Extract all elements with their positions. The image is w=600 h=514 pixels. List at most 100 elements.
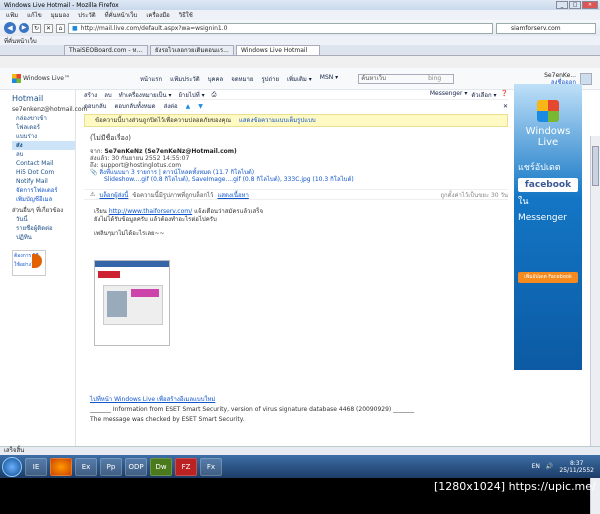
stop-button[interactable]: ✕ xyxy=(44,23,53,33)
from-label: จาก: xyxy=(90,148,103,155)
clock[interactable]: 8:37 25/11/2552 xyxy=(559,460,594,474)
search-placeholder: ค้นหาเว็บ xyxy=(361,74,386,82)
sidebar-item-drafts[interactable]: แบบร่าง xyxy=(12,132,75,141)
manage-folders-link[interactable]: จัดการโฟลเดอร์ xyxy=(12,186,75,195)
sidebar-item-sent[interactable]: ส่ง xyxy=(12,141,75,150)
menu-history[interactable]: ประวัติ xyxy=(78,10,96,20)
tab-thaiseoboard[interactable]: ThaiSEOBoard.com - ห... xyxy=(64,45,148,55)
help-icon[interactable]: ❓ xyxy=(501,90,508,100)
nav-people[interactable]: บุคคล xyxy=(208,74,224,84)
back-button[interactable]: ◀ xyxy=(4,22,16,34)
taskbar-ie[interactable]: IE xyxy=(25,457,47,476)
windows-live-footer-link[interactable]: ไปที่หน้า Windows Live เพื่อสร้างอีเมลแบ… xyxy=(90,395,414,405)
sidebar-item-notify[interactable]: Notify Mail xyxy=(12,177,75,186)
messenger-button[interactable]: Messenger ▾ xyxy=(430,90,468,100)
bookmarks-toolbar: ที่คั่นหน้าเว็บ xyxy=(0,36,600,45)
taskbar-dreamweaver[interactable]: Dw xyxy=(150,457,172,476)
sidebar-item-deleted[interactable]: ลบ xyxy=(12,150,75,159)
hotmail-page: Windows Live™ หน้าแรก แฟ้มประวัติ บุคคล … xyxy=(0,68,600,514)
show-full-message-link[interactable]: แสดงข้อความแบบเต็มรูปแบบ xyxy=(239,117,316,124)
volume-icon[interactable]: 🔊 xyxy=(546,463,553,470)
nav-profile[interactable]: แฟ้มประวัติ xyxy=(170,74,200,84)
menu-edit[interactable]: แก้ไข xyxy=(27,10,42,20)
search-box[interactable]: siamforserv.com xyxy=(496,22,596,34)
print-icon[interactable]: ⎙ xyxy=(212,91,217,99)
sidebar-item-calendar[interactable]: ปฏิทิน xyxy=(12,233,75,242)
tab-second[interactable]: ยังรอไวเลอกวยเดิมตอนแร... xyxy=(150,45,234,55)
body-link[interactable]: http://www.thaiforserv.com/ xyxy=(109,208,192,215)
delete-button[interactable]: ลบ xyxy=(104,90,112,100)
upload-watermark: [1280x1024] https://upic.me/ xyxy=(434,480,596,493)
user-name[interactable]: Se7enKe... xyxy=(544,72,576,79)
sidebar-item-hi5[interactable]: Hi5 Dot Com xyxy=(12,168,75,177)
tab-hotmail[interactable]: Windows Live Hotmail xyxy=(236,45,320,55)
forward-button[interactable]: ▶ xyxy=(19,23,29,33)
home-button[interactable]: ⌂ xyxy=(56,23,65,33)
bookmarks-menu[interactable]: ที่คั่นหน้าเว็บ xyxy=(4,36,37,46)
up-arrow-icon[interactable]: ▲ xyxy=(186,103,191,110)
nav-msn[interactable]: MSN ▾ xyxy=(320,74,338,84)
taskbar-explorer[interactable]: Ex xyxy=(75,457,97,476)
navigation-toolbar: ◀ ▶ ↻ ✕ ⌂ ■ http://mail.live.com/default… xyxy=(0,20,600,36)
start-button[interactable] xyxy=(2,456,22,477)
ad-brand-1: Windows xyxy=(525,126,571,137)
add-account-link[interactable]: เพิ่มบัญชีอีเมล xyxy=(12,195,75,204)
taskbar-firefox-icon[interactable] xyxy=(50,457,72,476)
messenger-ad-banner[interactable]: Windows Live แชร์อัปเดต facebook ใน Mess… xyxy=(514,84,582,370)
sidebar-item-contacts[interactable]: รายชื่อผู้ติดต่อ xyxy=(12,224,75,233)
windows-taskbar: IE Ex Pp ODP Dw FZ Fx EN 🔊 8:37 25/11/25… xyxy=(0,455,600,478)
minimize-button[interactable]: _ xyxy=(556,1,568,9)
windows-live-logo[interactable]: Windows Live™ xyxy=(12,74,70,83)
show-content-link[interactable]: แสดงเนื้อหา xyxy=(217,190,248,200)
options-button[interactable]: ตัวเลือก ▾ xyxy=(471,90,496,100)
account-email[interactable]: se7enkenz@hotmail.com xyxy=(12,105,87,114)
mark-as-button[interactable]: ทำเครื่องหมายเป็น ▾ xyxy=(119,90,172,100)
embedded-screenshot-image xyxy=(94,260,170,346)
sidebar-item-inbox[interactable]: กล่องขาเข้า xyxy=(12,114,75,123)
nav-home[interactable]: หน้าแรก xyxy=(140,74,162,84)
clock-time: 8:37 xyxy=(569,459,584,467)
sidebar-item-today[interactable]: วันนี้ xyxy=(12,215,75,224)
avatar[interactable] xyxy=(580,72,592,85)
reload-button[interactable]: ↻ xyxy=(32,23,41,33)
new-button[interactable]: สร้าง xyxy=(84,90,97,100)
nav-photos[interactable]: รูปถ่าย xyxy=(261,74,279,84)
help-promo[interactable]: ต้องการ วิธีใช้อย่าง? xyxy=(12,250,46,276)
bing-logo: bing xyxy=(428,74,442,82)
attachment-list[interactable]: Slideshow....gif (0.8 กิโลไบต์), SaveIma… xyxy=(90,176,508,183)
taskbar-odp[interactable]: ODP xyxy=(125,457,147,476)
attachment-summary[interactable]: สิ่งที่แนบมา 3 รายการ | ดาวน์โหลดทั้งหมด… xyxy=(99,169,254,176)
site-icon: ■ xyxy=(72,24,78,32)
close-message-icon[interactable]: ✕ xyxy=(503,103,508,110)
reply-button[interactable]: ตอบกลับ xyxy=(84,101,106,111)
move-to-button[interactable]: ย้ายไปที่ ▾ xyxy=(179,90,205,100)
block-sender-link[interactable]: บล็อกผู้ส่งนี้ xyxy=(99,190,128,200)
from-value[interactable]: Se7enKeNz (Se7enKeNz@Hotmail.com) xyxy=(104,148,236,155)
web-search-input[interactable]: ค้นหาเว็บ bing xyxy=(358,73,455,84)
reply-all-button[interactable]: ตอบกลับทั้งหมด xyxy=(114,101,155,111)
language-indicator[interactable]: EN xyxy=(532,463,540,470)
url-bar[interactable]: ■ http://mail.live.com/default.aspx?wa=w… xyxy=(68,22,493,34)
nav-mail[interactable]: จดหมาย xyxy=(231,74,253,84)
taskbar-filezilla[interactable]: FZ xyxy=(175,457,197,476)
sidebar-item-folders[interactable]: โฟลเดอร์ xyxy=(12,123,75,132)
maximize-button[interactable]: □ xyxy=(569,1,581,9)
nav-more[interactable]: เพิ่มเติม ▾ xyxy=(287,74,312,84)
taskbar-firefox-2[interactable]: Fx xyxy=(200,457,222,476)
taskbar-powerpoint[interactable]: Pp xyxy=(100,457,122,476)
sidebar-item-contact-mail[interactable]: Contact Mail xyxy=(12,159,75,168)
sent-value: 30 กันยายน 2552 14:55:07 xyxy=(111,155,190,162)
menu-view[interactable]: มุมมอง xyxy=(51,10,69,20)
reply-toolbar: ตอบกลับ ตอบกลับทั้งหมด ส่งต่อ ▲ ▼ ✕ xyxy=(84,100,508,112)
scrollbar-thumb[interactable] xyxy=(592,146,599,186)
menu-file[interactable]: แฟ้ม xyxy=(6,10,18,20)
menu-bookmarks[interactable]: ที่คั่นหน้าเว็บ xyxy=(105,10,138,20)
ad-add-facebook-button[interactable]: เพิ่มอัปเดต Facebook xyxy=(518,272,578,283)
menu-help[interactable]: วิธีใช้ xyxy=(179,10,193,20)
down-arrow-icon[interactable]: ▼ xyxy=(198,103,203,110)
close-button[interactable]: ✕ xyxy=(582,1,598,9)
menu-tools[interactable]: เครื่องมือ xyxy=(146,10,169,20)
eset-check-line: The message was checked by ESET Smart Se… xyxy=(90,416,245,423)
promo-arrow-icon xyxy=(32,254,42,268)
forward-button-mail[interactable]: ส่งต่อ xyxy=(164,101,178,111)
